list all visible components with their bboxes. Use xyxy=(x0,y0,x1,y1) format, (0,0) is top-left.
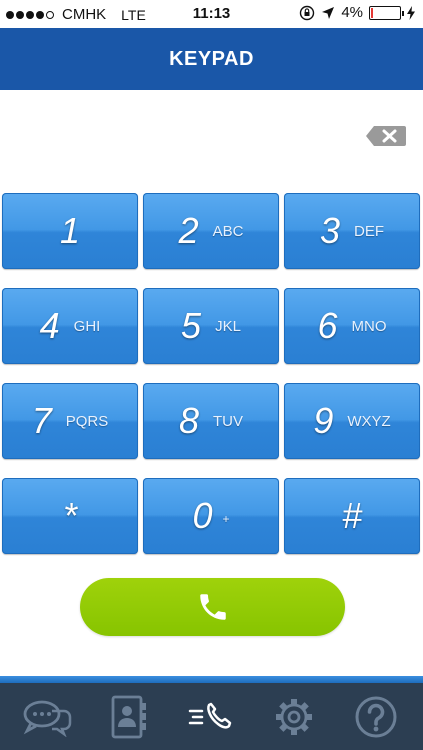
signal-dot xyxy=(16,10,24,19)
key-hash[interactable]: # xyxy=(284,478,420,554)
tab-bar xyxy=(0,683,423,750)
rotation-lock-icon xyxy=(300,5,315,20)
key-digit: 2 xyxy=(178,210,199,251)
key-letters: WXYZ xyxy=(347,412,391,430)
tab-keypad[interactable] xyxy=(181,689,241,745)
signal-dot xyxy=(26,10,34,19)
phone-icon xyxy=(199,594,226,620)
tab-chat[interactable] xyxy=(17,689,77,745)
gear-icon xyxy=(275,698,312,735)
status-left: CMHK LTE xyxy=(6,6,146,23)
signal-dot xyxy=(36,10,44,19)
signal-dot xyxy=(6,10,14,19)
battery-fill xyxy=(371,7,373,18)
phone-dial-icon xyxy=(189,702,232,729)
help-icon xyxy=(355,696,397,737)
battery-percent: 4% xyxy=(341,4,363,21)
key-digit: 1 xyxy=(59,210,81,251)
keypad: 1 2 ABC 3 DEF 4 GHI 5 JKL 6 MNO 7 PQRS 8… xyxy=(2,193,421,557)
key-7[interactable]: 7 PQRS xyxy=(2,383,138,459)
contacts-book-icon xyxy=(111,695,147,738)
tab-bar-accent xyxy=(0,676,423,683)
key-5[interactable]: 5 JKL xyxy=(143,288,279,364)
status-bar: CMHK LTE 11:13 4% xyxy=(0,0,423,28)
key-digit: 5 xyxy=(181,305,202,346)
key-digit: # xyxy=(341,495,363,536)
tab-settings[interactable] xyxy=(264,689,324,745)
carrier-name: CMHK xyxy=(62,6,107,23)
key-letters: PQRS xyxy=(65,412,109,430)
key-letters: ABC xyxy=(212,222,244,240)
key-2[interactable]: 2 ABC xyxy=(143,193,279,269)
key-letters: MNO xyxy=(351,317,387,335)
key-digit: 8 xyxy=(178,400,200,441)
key-3[interactable]: 3 DEF xyxy=(284,193,420,269)
key-star[interactable]: * xyxy=(2,478,138,554)
status-right: 4% xyxy=(299,4,415,21)
key-digit: * xyxy=(62,495,77,536)
key-digit: 9 xyxy=(313,400,334,441)
charging-bolt-icon xyxy=(407,5,415,20)
key-0[interactable]: 0 + xyxy=(143,478,279,554)
tab-contacts[interactable] xyxy=(99,689,159,745)
key-digit: 4 xyxy=(39,305,60,346)
key-9[interactable]: 9 WXYZ xyxy=(284,383,420,459)
key-digit: 0 xyxy=(192,495,213,536)
number-display xyxy=(0,90,423,190)
key-letters: TUV xyxy=(213,412,244,430)
key-digit: 6 xyxy=(317,305,338,346)
location-arrow-icon xyxy=(322,6,335,19)
page-title: KEYPAD xyxy=(169,47,254,70)
battery-icon xyxy=(369,5,404,20)
signal-dot xyxy=(46,10,54,19)
tab-help[interactable] xyxy=(346,689,406,745)
chat-bubbles-icon xyxy=(23,700,72,737)
header-bar: KEYPAD xyxy=(0,28,423,90)
key-4[interactable]: 4 GHI xyxy=(2,288,138,364)
signal-strength-icon xyxy=(6,10,54,19)
key-1[interactable]: 1 xyxy=(2,193,138,269)
key-6[interactable]: 6 MNO xyxy=(284,288,420,364)
call-button[interactable] xyxy=(80,578,345,636)
network-type: LTE xyxy=(121,6,146,23)
key-letters: + xyxy=(222,512,230,526)
backspace-icon[interactable] xyxy=(365,125,407,147)
key-digit: 7 xyxy=(31,400,52,441)
key-digit: 3 xyxy=(319,210,341,251)
key-letters: GHI xyxy=(73,317,101,335)
key-letters: DEF xyxy=(354,222,385,240)
key-8[interactable]: 8 TUV xyxy=(143,383,279,459)
key-letters: JKL xyxy=(215,317,241,335)
